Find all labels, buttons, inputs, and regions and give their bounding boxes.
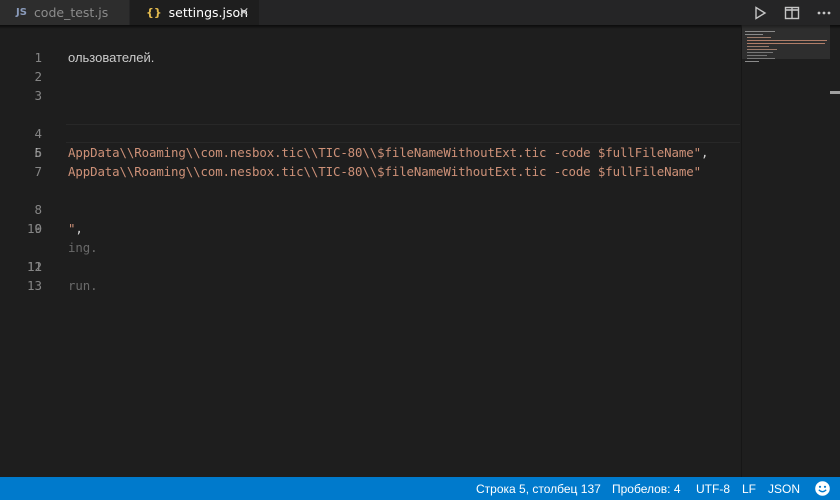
minimap-divider (741, 25, 742, 477)
line-number: 6 (34, 145, 42, 160)
end-of-line[interactable]: LF (742, 477, 756, 500)
editor-actions (744, 0, 840, 25)
code-line-9: 9 ing. (0, 200, 97, 255)
tab-settings-json[interactable]: {} settings.json × (130, 0, 259, 25)
encoding[interactable]: UTF-8 (696, 477, 730, 500)
js-file-icon: JS (16, 7, 27, 18)
comment-token: ing. (68, 240, 98, 255)
code-line-11: 11 run. (0, 238, 98, 293)
tab-bar: JS code_test.js {} settings.json × (0, 0, 840, 25)
line-number: 3 (34, 88, 42, 103)
code-line-5: 5 AppData\\Roaming\\com.nesbox.tic\\TIC-… (0, 124, 701, 179)
editor-window: JS code_test.js {} settings.json × ользо… (0, 0, 840, 500)
status-bar: Строка 5, столбец 137 Пробелов: 4 UTF-8 … (0, 477, 840, 500)
code-editor[interactable]: ользователей. 1 2 3 4 AppData\\Roaming\\… (0, 25, 840, 477)
cursor-position[interactable]: Строка 5, столбец 137 (476, 477, 601, 500)
string-token: AppData\\Roaming\\com.nesbox.tic\\TIC-80… (68, 164, 701, 179)
code-line-4: 4 AppData\\Roaming\\com.nesbox.tic\\TIC-… (0, 105, 708, 160)
line-number: 12 (26, 259, 42, 274)
tab-code-test-js[interactable]: JS code_test.js (0, 0, 130, 25)
header-comment-line: ользователей. (0, 29, 154, 65)
line-number: 13 (26, 278, 42, 293)
split-editor-icon[interactable] (776, 0, 808, 25)
scrollbar-position-marker[interactable] (830, 91, 840, 94)
close-icon[interactable]: × (237, 5, 251, 20)
comma-token: , (700, 145, 709, 160)
comma-token: , (75, 221, 83, 236)
comment-token: run. (68, 278, 98, 293)
play-icon[interactable] (744, 0, 776, 25)
smiley-icon[interactable] (814, 480, 831, 497)
minimap[interactable] (743, 29, 829, 79)
line-number: 7 (34, 164, 42, 179)
line-number: 1 (34, 50, 42, 65)
line-number: 10 (26, 221, 42, 236)
code-line-8: 8 ", (0, 181, 82, 236)
tab-label: code_test.js (33, 5, 109, 20)
language-mode[interactable]: JSON (768, 477, 800, 500)
current-line-highlight (66, 124, 740, 143)
header-text: ользователей. (68, 50, 155, 65)
line-number: 2 (34, 69, 42, 84)
indentation[interactable]: Пробелов: 4 (612, 477, 681, 500)
scroll-shadow (0, 25, 840, 29)
more-icon[interactable] (808, 0, 840, 25)
string-token: AppData\\Roaming\\com.nesbox.tic\\TIC-80… (68, 145, 701, 160)
json-file-icon: {} (146, 6, 162, 19)
